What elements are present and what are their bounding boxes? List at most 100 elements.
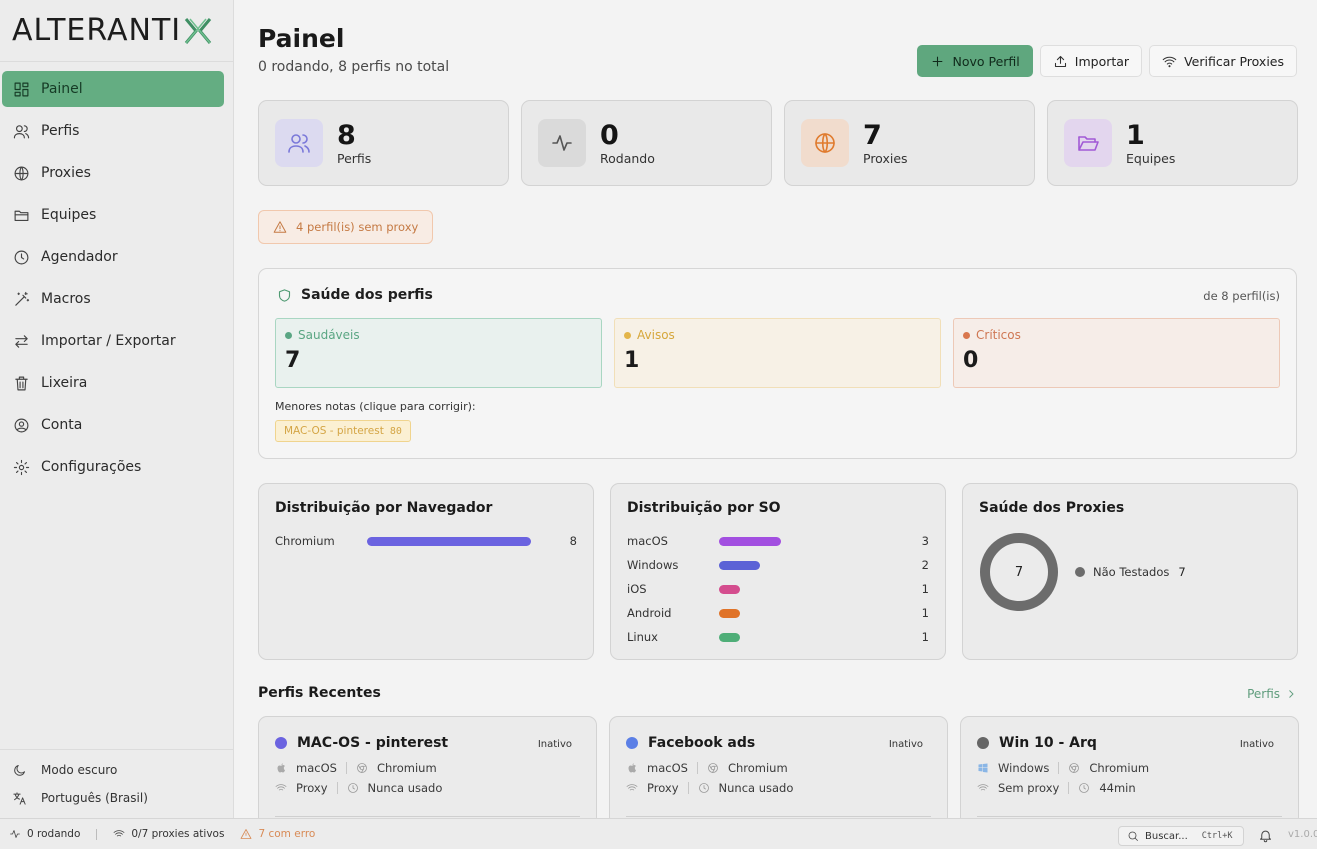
- profile-proxy: Proxy: [296, 781, 328, 795]
- bar-fill: [719, 584, 740, 594]
- card-title: Saúde dos Proxies: [979, 500, 1125, 516]
- profile-proxy: Sem proxy: [998, 781, 1060, 795]
- row-count: 3: [921, 534, 929, 548]
- search-placeholder: Buscar...: [1145, 830, 1188, 842]
- status-dot: [285, 331, 292, 339]
- proxy-health-card: Saúde dos Proxies 7 Não Testados 7: [962, 483, 1298, 660]
- bar-fill: [719, 560, 761, 570]
- warnings-label-row: Avisos: [624, 328, 931, 342]
- gear-icon: [13, 459, 30, 475]
- warning-icon: [273, 221, 287, 233]
- chromium-icon: [708, 763, 718, 773]
- dark-mode-toggle[interactable]: Modo escuro: [12, 756, 233, 784]
- stat-card-equipes[interactable]: 1 Equipes: [1047, 100, 1298, 186]
- profile-status: Inativo: [888, 739, 923, 750]
- users-icon: [13, 124, 30, 138]
- distribution-row: Windows 2: [627, 553, 929, 577]
- search-input[interactable]: Buscar... Ctrl+K: [1118, 826, 1244, 846]
- sidebar-item-configuracoes[interactable]: Configurações: [2, 449, 224, 485]
- app-version: v1.0.0: [1288, 829, 1317, 840]
- profile-color-dot: [626, 737, 638, 749]
- see-profiles-link[interactable]: Perfis: [1247, 687, 1297, 701]
- warnings-box[interactable]: Avisos 1: [614, 318, 941, 388]
- notifications-button[interactable]: [1258, 828, 1273, 846]
- check-proxies-button[interactable]: Verificar Proxies: [1149, 45, 1297, 77]
- sidebar-item-macros[interactable]: Macros: [2, 281, 224, 317]
- bar-track: [719, 632, 899, 642]
- globe-icon: [815, 133, 835, 153]
- profile-card[interactable]: MAC-OS - pinterest Inativo macOS Chromiu…: [258, 716, 597, 826]
- logo-x-mark: [185, 17, 212, 44]
- profile-card[interactable]: Win 10 - Arq Inativo Windows Chromium Se…: [960, 716, 1299, 826]
- legend-dot: [1075, 567, 1085, 577]
- sidebar-item-agendador[interactable]: Agendador: [2, 239, 224, 275]
- bar-fill: [719, 608, 740, 618]
- meta-separator: [345, 762, 347, 774]
- import-button[interactable]: Importar: [1039, 45, 1143, 77]
- row-count: 1: [921, 582, 929, 596]
- globe-icon: [14, 166, 29, 180]
- sidebar-item-perfis[interactable]: Perfis: [2, 113, 224, 149]
- critical-label: Críticos: [976, 328, 1021, 342]
- health-total: de 8 perfil(is): [1203, 289, 1280, 303]
- errors-status[interactable]: 7 com erro: [240, 828, 315, 840]
- header-actions: Novo Perfil Importar Verificar Proxies: [917, 45, 1297, 77]
- sidebar-item-label: Macros: [41, 291, 91, 307]
- sidebar-item-proxies[interactable]: Proxies: [2, 155, 224, 191]
- sidebar-item-importar-exportar[interactable]: Importar / Exportar: [2, 323, 224, 359]
- stat-card-rodando[interactable]: 0 Rodando: [521, 100, 772, 186]
- sidebar-item-conta[interactable]: Conta: [2, 407, 224, 443]
- dashboard-icon: [14, 82, 29, 96]
- see-profiles-label: Perfis: [1247, 687, 1280, 701]
- profile-browser: Chromium: [727, 761, 788, 775]
- profile-card-header: Facebook ads: [626, 735, 931, 751]
- stat-card-perfis[interactable]: 8 Perfis: [258, 100, 509, 186]
- profile-os: macOS: [296, 761, 337, 775]
- logo[interactable]: ALTERANTI: [0, 0, 233, 62]
- stat-label: Equipes: [1126, 150, 1176, 166]
- wifi-icon: [977, 784, 989, 791]
- logo-text: ALTERANTI: [12, 13, 182, 48]
- plus-icon: [933, 56, 943, 66]
- warnings-label: Avisos: [637, 328, 675, 342]
- profile-status: Inativo: [537, 739, 572, 750]
- wifi-icon: [626, 784, 638, 791]
- warnings-value: 1: [624, 348, 640, 373]
- health-title: Saúde dos perfis: [277, 287, 433, 303]
- stat-card-proxies[interactable]: 7 Proxies: [784, 100, 1035, 186]
- clock-icon: [14, 250, 29, 264]
- language-selector[interactable]: Português (Brasil): [12, 784, 233, 812]
- meta-separator: [696, 762, 698, 774]
- sidebar-item-painel[interactable]: Painel: [2, 71, 224, 107]
- activity-icon: [10, 830, 20, 838]
- profile-card[interactable]: Facebook ads Inativo macOS Chromium Prox…: [609, 716, 948, 826]
- profile-last-used: Nunca usado: [367, 781, 443, 795]
- profile-color-dot: [977, 737, 989, 749]
- sidebar-item-equipes[interactable]: Equipes: [2, 197, 224, 233]
- os-distribution-card: Distribuição por SO macOS 3 Windows 2 iOS 1 An…: [610, 483, 946, 660]
- folder-open-icon: [1078, 136, 1099, 151]
- stat-icon-bg: [275, 119, 323, 167]
- card-title: Distribuição por SO: [627, 500, 781, 516]
- card-divider: [275, 816, 580, 817]
- status-dot: [963, 331, 970, 339]
- warning-icon: [241, 829, 252, 839]
- donut-center-value: 7: [1014, 564, 1024, 580]
- no-proxy-warning[interactable]: 4 perfil(is) sem proxy: [258, 210, 434, 244]
- card-divider: [626, 816, 931, 817]
- profile-meta-row: Windows Chromium: [977, 761, 1282, 775]
- apple-icon: [277, 763, 285, 773]
- legend-count: 7: [1178, 565, 1186, 579]
- wifi-icon: [113, 830, 125, 837]
- bar-track: [719, 536, 899, 546]
- healthy-box[interactable]: Saudáveis 7: [275, 318, 602, 388]
- bar-fill: [367, 536, 531, 546]
- sidebar-item-lixeira[interactable]: Lixeira: [2, 365, 224, 401]
- critical-box[interactable]: Críticos 0: [953, 318, 1280, 388]
- sidebar-item-label: Equipes: [41, 207, 97, 223]
- meta-separator: [687, 782, 689, 794]
- wifi-icon: [275, 784, 287, 791]
- new-profile-button[interactable]: Novo Perfil: [917, 45, 1033, 77]
- lowest-score-chip[interactable]: MAC-OS - pinterest 80: [275, 420, 411, 442]
- profile-card-header: Win 10 - Arq: [977, 735, 1282, 751]
